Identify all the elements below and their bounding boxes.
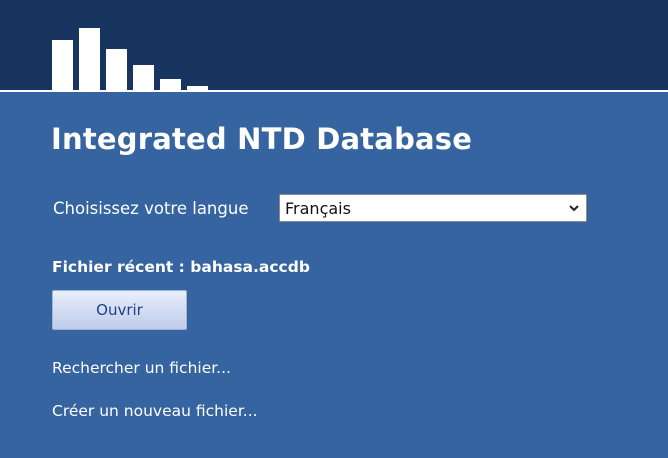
bar-chart-logo-icon <box>52 0 212 90</box>
logo-bar <box>106 49 127 90</box>
header-banner <box>0 0 668 90</box>
logo-bar <box>160 79 181 90</box>
logo-bar <box>133 65 154 90</box>
open-button[interactable]: Ouvrir <box>52 290 187 330</box>
logo-bar <box>79 28 100 90</box>
browse-file-link[interactable]: Rechercher un fichier... <box>52 359 231 377</box>
logo-bar <box>52 40 73 90</box>
recent-file-label: Fichier récent : bahasa.accdb <box>52 258 310 276</box>
language-select-value: Français <box>285 199 351 218</box>
language-select[interactable]: Français <box>279 194 587 222</box>
chevron-down-icon <box>569 205 579 212</box>
app-title: Integrated NTD Database <box>51 122 473 156</box>
new-file-link[interactable]: Créer un nouveau fichier... <box>52 402 258 420</box>
language-label: Choisissez votre langue <box>53 199 249 218</box>
